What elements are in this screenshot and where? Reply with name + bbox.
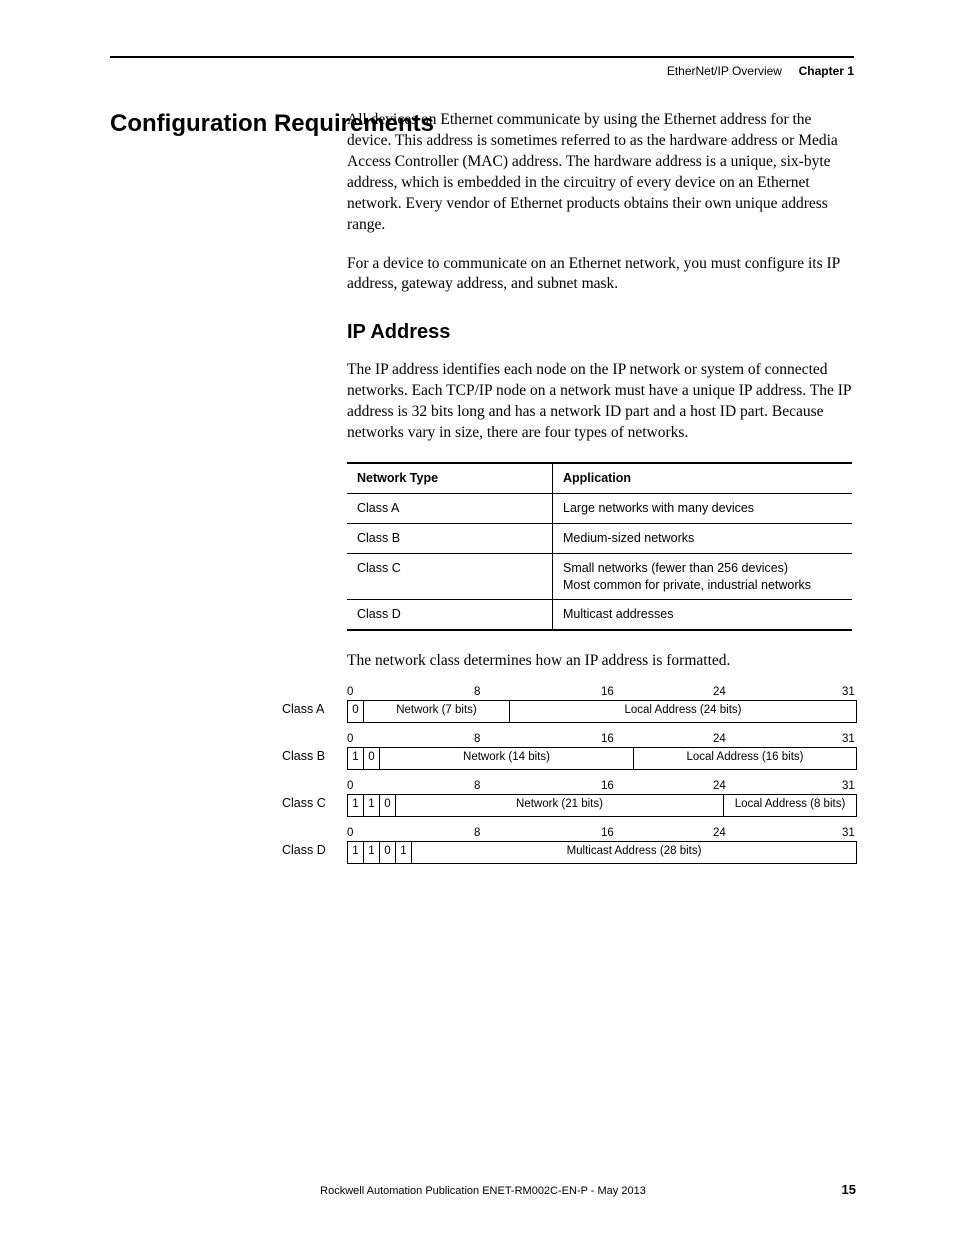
footer-text: Rockwell Automation Publication ENET-RM0… bbox=[110, 1185, 856, 1197]
cell-network-type: Class C bbox=[347, 553, 553, 600]
prefix-bit: 0 bbox=[348, 701, 364, 722]
table-row: Class D Multicast addresses bbox=[347, 600, 852, 630]
prefix-bit: 1 bbox=[396, 842, 412, 863]
ip-class-diagram: Class A 0 8 16 24 31 0 Network (7 bits) … bbox=[282, 686, 857, 874]
network-type-table: Network Type Application Class A Large n… bbox=[347, 462, 852, 631]
network-field: Network (7 bits) bbox=[364, 701, 510, 722]
multicast-field: Multicast Address (28 bits) bbox=[412, 842, 857, 863]
tick-24: 24 bbox=[713, 827, 726, 839]
prefix-bit: 1 bbox=[348, 748, 364, 769]
tick-24: 24 bbox=[713, 780, 726, 792]
chapter-label: Chapter 1 bbox=[799, 64, 854, 78]
table-header-row: Network Type Application bbox=[347, 463, 852, 493]
tick-0: 0 bbox=[347, 686, 353, 698]
tick-24: 24 bbox=[713, 686, 726, 698]
subheading-ip-address: IP Address bbox=[347, 319, 852, 346]
page-number: 15 bbox=[842, 1182, 856, 1197]
tick-16: 16 bbox=[601, 733, 614, 745]
cell-application: Medium-sized networks bbox=[553, 523, 853, 553]
class-label: Class C bbox=[282, 780, 342, 810]
tick-31: 31 bbox=[842, 827, 855, 839]
cell-network-type: Class A bbox=[347, 493, 553, 523]
tick-0: 0 bbox=[347, 780, 353, 792]
tick-8: 8 bbox=[474, 827, 480, 839]
tick-24: 24 bbox=[713, 733, 726, 745]
cell-application: Small networks (fewer than 256 devices) … bbox=[553, 553, 853, 600]
col-application: Application bbox=[553, 463, 853, 493]
cell-application: Multicast addresses bbox=[553, 600, 853, 630]
running-header: EtherNet/IP Overview Chapter 1 bbox=[110, 56, 854, 78]
bit-ruler: 0 8 16 24 31 bbox=[347, 780, 857, 794]
tick-31: 31 bbox=[842, 780, 855, 792]
cell-network-type: Class B bbox=[347, 523, 553, 553]
prefix-bit: 1 bbox=[364, 842, 380, 863]
col-network-type: Network Type bbox=[347, 463, 553, 493]
prefix-bit: 0 bbox=[380, 795, 396, 816]
prefix-bit: 0 bbox=[380, 842, 396, 863]
paragraph-4: The network class determines how an IP a… bbox=[347, 651, 852, 672]
tick-31: 31 bbox=[842, 686, 855, 698]
diagram-row-class-a: Class A 0 8 16 24 31 0 Network (7 bits) … bbox=[282, 686, 857, 723]
prefix-bit: 0 bbox=[364, 748, 380, 769]
local-field: Local Address (16 bits) bbox=[634, 748, 857, 769]
diagram-row-class-c: Class C 0 8 16 24 31 1 1 0 Network (21 b… bbox=[282, 780, 857, 817]
table-row: Class A Large networks with many devices bbox=[347, 493, 852, 523]
tick-8: 8 bbox=[474, 686, 480, 698]
paragraph-3: The IP address identifies each node on t… bbox=[347, 360, 852, 444]
tick-16: 16 bbox=[601, 686, 614, 698]
bitbox: 1 1 0 1 Multicast Address (28 bits) bbox=[347, 841, 857, 864]
table-row: Class B Medium-sized networks bbox=[347, 523, 852, 553]
paragraph-2: For a device to communicate on an Ethern… bbox=[347, 254, 852, 296]
page: EtherNet/IP Overview Chapter 1 Configura… bbox=[0, 0, 954, 1235]
cell-application: Large networks with many devices bbox=[553, 493, 853, 523]
prefix-bit: 1 bbox=[364, 795, 380, 816]
tick-0: 0 bbox=[347, 827, 353, 839]
footer: Rockwell Automation Publication ENET-RM0… bbox=[110, 1185, 856, 1197]
tick-0: 0 bbox=[347, 733, 353, 745]
tick-16: 16 bbox=[601, 827, 614, 839]
class-label: Class D bbox=[282, 827, 342, 857]
header-text: EtherNet/IP Overview Chapter 1 bbox=[110, 64, 854, 78]
prefix-bit: 1 bbox=[348, 842, 364, 863]
prefix-bit: 1 bbox=[348, 795, 364, 816]
network-field: Network (14 bits) bbox=[380, 748, 634, 769]
class-label: Class B bbox=[282, 733, 342, 763]
diagram-row-class-b: Class B 0 8 16 24 31 1 0 Network (14 bit… bbox=[282, 733, 857, 770]
bitbox: 1 0 Network (14 bits) Local Address (16 … bbox=[347, 747, 857, 770]
tick-8: 8 bbox=[474, 780, 480, 792]
bitbox: 1 1 0 Network (21 bits) Local Address (8… bbox=[347, 794, 857, 817]
doc-title: EtherNet/IP Overview bbox=[667, 64, 782, 78]
bit-ruler: 0 8 16 24 31 bbox=[347, 686, 857, 700]
cell-network-type: Class D bbox=[347, 600, 553, 630]
local-field: Local Address (8 bits) bbox=[724, 795, 857, 816]
paragraph-1: All devices on Ethernet communicate by u… bbox=[347, 110, 852, 236]
bitbox: 0 Network (7 bits) Local Address (24 bit… bbox=[347, 700, 857, 723]
header-rule bbox=[110, 56, 854, 58]
table-row: Class C Small networks (fewer than 256 d… bbox=[347, 553, 852, 600]
diagram-row-class-d: Class D 0 8 16 24 31 1 1 0 1 Multicast A… bbox=[282, 827, 857, 864]
body-column: All devices on Ethernet communicate by u… bbox=[347, 110, 852, 684]
bit-ruler: 0 8 16 24 31 bbox=[347, 827, 857, 841]
local-field: Local Address (24 bits) bbox=[510, 701, 857, 722]
network-field: Network (21 bits) bbox=[396, 795, 724, 816]
tick-8: 8 bbox=[474, 733, 480, 745]
class-label: Class A bbox=[282, 686, 342, 716]
tick-16: 16 bbox=[601, 780, 614, 792]
tick-31: 31 bbox=[842, 733, 855, 745]
bit-ruler: 0 8 16 24 31 bbox=[347, 733, 857, 747]
